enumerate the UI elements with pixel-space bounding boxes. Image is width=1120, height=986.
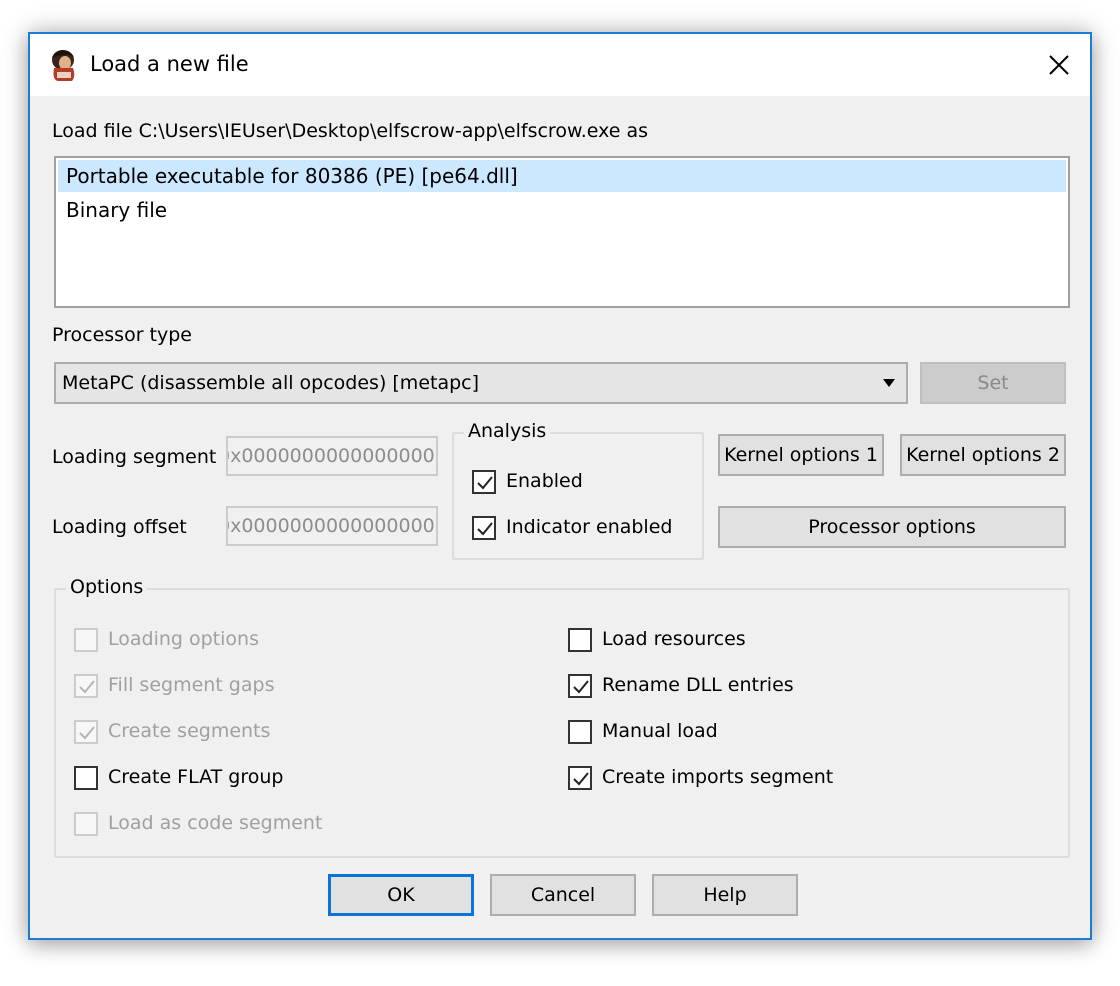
ok-button[interactable]: OK (328, 874, 474, 916)
loading-offset-label: Loading offset (52, 516, 187, 538)
kernel-options-1-button[interactable]: Kernel options 1 (718, 434, 884, 476)
checkmark-icon (79, 726, 95, 740)
manual-load-checkbox[interactable] (568, 720, 592, 744)
load-file-label: Load file C:\Users\IEUser\Desktop\elfscr… (52, 120, 649, 142)
close-button[interactable] (1036, 42, 1082, 88)
title-bar: Load a new file (30, 34, 1090, 96)
create-flat-group-label: Create FLAT group (108, 766, 284, 788)
analysis-group-title: Analysis (464, 420, 551, 442)
ida-pro-icon (48, 48, 80, 82)
list-item-label: Portable executable for 80386 (PE) [pe64… (66, 164, 518, 188)
loading-options-label: Loading options (108, 628, 259, 650)
ok-button-label: OK (387, 884, 415, 906)
help-button-label: Help (703, 884, 747, 906)
checkmark-icon (573, 680, 589, 694)
rename-dll-entries-label: Rename DLL entries (602, 674, 794, 696)
load-resources-checkbox[interactable] (568, 628, 592, 652)
kernel-options-2-button[interactable]: Kernel options 2 (900, 434, 1066, 476)
create-segments-checkbox[interactable] (74, 720, 98, 744)
load-resources-label: Load resources (602, 628, 746, 650)
manual-load-label: Manual load (602, 720, 718, 742)
indicator-enabled-label: Indicator enabled (506, 516, 673, 538)
create-imports-segment-label: Create imports segment (602, 766, 834, 788)
analysis-enabled-checkbox[interactable] (472, 470, 496, 494)
checkmark-icon (477, 476, 493, 490)
set-button[interactable]: Set (920, 362, 1066, 404)
analysis-enabled-label: Enabled (506, 470, 583, 492)
rename-dll-entries-checkbox[interactable] (568, 674, 592, 698)
processor-options-label: Processor options (808, 516, 976, 538)
processor-type-select[interactable]: MetaPC (disassemble all opcodes) [metapc… (54, 362, 908, 404)
indicator-enabled-checkbox[interactable] (472, 516, 496, 540)
list-item[interactable]: Binary file (58, 194, 1066, 226)
checkmark-icon (79, 680, 95, 694)
loading-segment-value: 0x0000000000000000 (226, 445, 435, 467)
load-as-code-segment-checkbox[interactable] (74, 812, 98, 836)
kernel-options-2-label: Kernel options 2 (906, 444, 1060, 466)
load-as-code-segment-label: Load as code segment (108, 812, 323, 834)
create-segments-label: Create segments (108, 720, 271, 742)
set-button-label: Set (977, 372, 1009, 394)
checkmark-icon (477, 522, 493, 536)
processor-type-label: Processor type (52, 324, 192, 346)
checkmark-icon (573, 772, 589, 786)
loading-offset-value: 0x0000000000000000 (226, 515, 435, 537)
analysis-group (452, 432, 704, 560)
processor-type-value: MetaPC (disassemble all opcodes) [metapc… (62, 372, 480, 394)
chevron-down-icon (883, 379, 895, 387)
create-imports-segment-checkbox[interactable] (568, 766, 592, 790)
cancel-button-label: Cancel (530, 884, 596, 906)
window-title: Load a new file (90, 52, 249, 76)
close-icon (1049, 55, 1069, 75)
loading-segment-input[interactable]: 0x0000000000000000 (226, 436, 438, 476)
load-file-dialog: Load a new file Load file C:\Users\IEUse… (28, 32, 1092, 940)
kernel-options-1-label: Kernel options 1 (724, 444, 878, 466)
fill-segment-gaps-checkbox[interactable] (74, 674, 98, 698)
loading-offset-input[interactable]: 0x0000000000000000 (226, 506, 438, 546)
fill-segment-gaps-label: Fill segment gaps (108, 674, 275, 696)
format-list[interactable]: Portable executable for 80386 (PE) [pe64… (54, 156, 1070, 308)
loading-options-checkbox[interactable] (74, 628, 98, 652)
cancel-button[interactable]: Cancel (490, 874, 636, 916)
processor-options-button[interactable]: Processor options (718, 506, 1066, 548)
create-flat-group-checkbox[interactable] (74, 766, 98, 790)
options-group-title: Options (66, 576, 148, 598)
help-button[interactable]: Help (652, 874, 798, 916)
list-item-label: Binary file (66, 198, 168, 222)
list-item[interactable]: Portable executable for 80386 (PE) [pe64… (58, 160, 1066, 192)
loading-segment-label: Loading segment (52, 446, 217, 468)
